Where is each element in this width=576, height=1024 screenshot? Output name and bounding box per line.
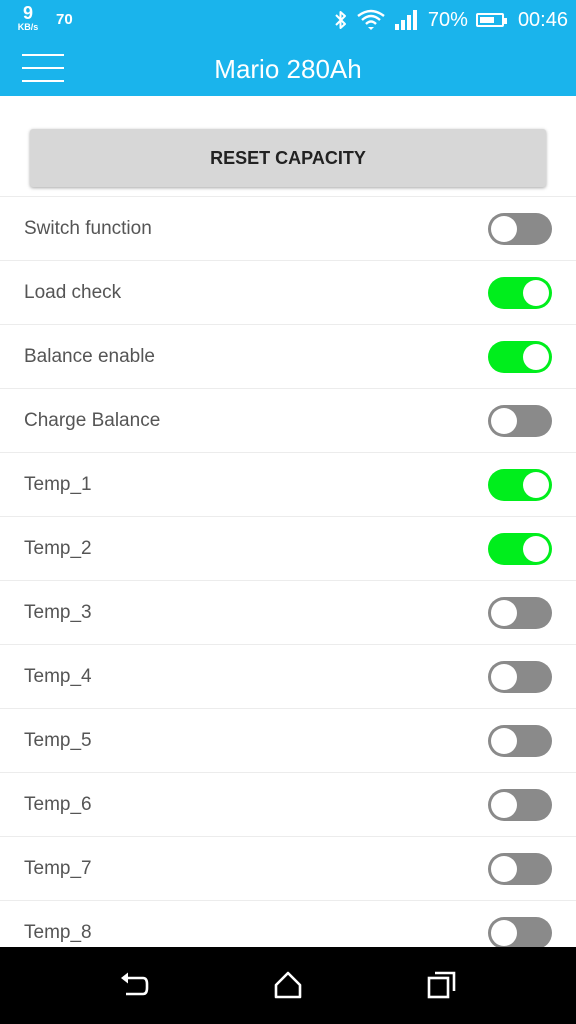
battery-icon (475, 13, 507, 27)
toggle-label: Temp_2 (24, 537, 92, 559)
toggle-knob (523, 535, 549, 562)
toggle-switch[interactable] (488, 788, 552, 821)
wifi-icon (356, 8, 386, 32)
toggle-row: Balance enable (0, 324, 576, 388)
toggle-knob (491, 663, 517, 690)
toggle-switch[interactable] (488, 340, 552, 373)
toggle-label: Load check (24, 281, 122, 303)
signal-icon (394, 9, 420, 31)
toggle-knob (491, 727, 517, 754)
toggle-label: Temp_5 (24, 729, 92, 751)
network-speed: 9 KB/s (14, 4, 42, 32)
battery-percentage: 70% (427, 8, 468, 31)
toggle-row: Temp_8 (0, 900, 576, 947)
home-icon[interactable] (272, 969, 304, 1001)
toggle-row: Temp_7 (0, 836, 576, 900)
toggle-switch[interactable] (488, 532, 552, 565)
toggle-switch[interactable] (488, 916, 552, 947)
network-speed-unit: KB/s (17, 22, 39, 32)
toggle-row: Charge Balance (0, 388, 576, 452)
clock: 00:46 (517, 8, 568, 31)
toggle-row: Temp_1 (0, 452, 576, 516)
toggle-knob (491, 215, 517, 242)
toggle-switch[interactable] (488, 852, 552, 885)
toggle-knob (523, 471, 549, 498)
status-bar: 9 KB/s 70 70% 00:46 (0, 0, 576, 40)
toggle-knob (491, 855, 517, 882)
toggle-label: Charge Balance (24, 409, 161, 431)
toggle-label: Temp_6 (24, 793, 92, 815)
reset-capacity-button[interactable]: RESET CAPACITY (30, 129, 546, 187)
toggle-knob (491, 599, 517, 626)
back-icon[interactable] (118, 969, 150, 1001)
toggle-label: Temp_1 (24, 473, 92, 495)
settings-content: RESET CAPACITY Switch function Load check… (0, 96, 576, 947)
toggle-knob (523, 279, 549, 306)
toggle-knob (523, 343, 549, 370)
toggle-label: Balance enable (24, 345, 155, 367)
toggle-switch[interactable] (488, 276, 552, 309)
toggle-row: Load check (0, 260, 576, 324)
toggle-label: Temp_7 (24, 857, 92, 879)
recents-icon[interactable] (426, 969, 458, 1001)
bluetooth-icon (334, 9, 348, 31)
network-speed-value: 9 (22, 3, 33, 23)
navigation-bar (0, 947, 576, 1024)
toggle-label: Temp_8 (24, 921, 92, 943)
page-title: Mario 280Ah (214, 54, 362, 84)
toggle-knob (491, 919, 517, 946)
toggle-knob (491, 791, 517, 818)
toggle-switch[interactable] (488, 468, 552, 501)
notification-count: 70 (56, 11, 73, 28)
toggle-row: Temp_4 (0, 644, 576, 708)
toggle-row: Temp_6 (0, 772, 576, 836)
toggle-row: Switch function (0, 196, 576, 260)
toggle-switch[interactable] (488, 404, 552, 437)
toggle-switch[interactable] (488, 596, 552, 629)
toggle-row: Temp_5 (0, 708, 576, 772)
toggle-knob (491, 407, 517, 434)
toggle-label: Temp_4 (24, 665, 92, 687)
toggle-switch[interactable] (488, 212, 552, 245)
toggle-row: Temp_2 (0, 516, 576, 580)
toggle-label: Switch function (24, 217, 152, 239)
toggle-row: Temp_3 (0, 580, 576, 644)
battery-fill (479, 17, 494, 23)
toggle-switch[interactable] (488, 724, 552, 757)
toggle-switch[interactable] (488, 660, 552, 693)
toggle-list: Switch function Load check Balance enable C… (0, 196, 576, 947)
toggle-label: Temp_3 (24, 601, 92, 623)
app-bar: Mario 280Ah (0, 40, 576, 96)
